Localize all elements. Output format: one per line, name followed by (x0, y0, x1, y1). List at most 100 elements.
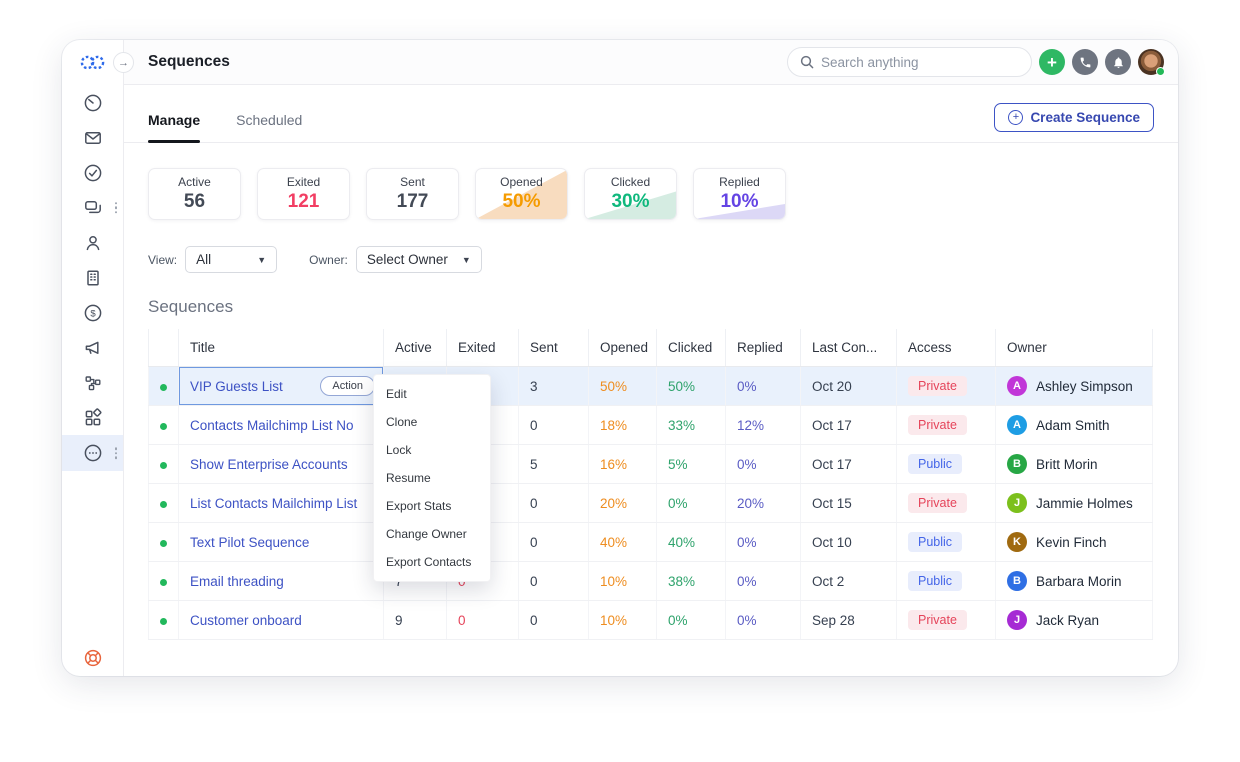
sidebar-item-chats[interactable] (62, 190, 123, 225)
clicked-cell: 5% (656, 444, 726, 484)
context-menu-item-resume[interactable]: Resume (374, 464, 490, 492)
column-header-title[interactable]: Title (178, 329, 384, 367)
stat-value: 50% (502, 191, 541, 212)
sequence-title-link[interactable]: VIP Guests List (190, 379, 283, 394)
lifebuoy-help-icon (84, 649, 101, 667)
stat-label: Clicked (610, 175, 651, 189)
dashboard-icon (84, 94, 101, 111)
view-filter-select[interactable]: All ▼ (185, 246, 278, 273)
column-header-access[interactable]: Access (896, 329, 996, 367)
notifications-button[interactable] (1105, 49, 1131, 75)
context-menu-item-clone[interactable]: Clone (374, 408, 490, 436)
create-sequence-button[interactable]: + Create Sequence (994, 103, 1154, 132)
sidebar-item-more[interactable] (62, 435, 123, 471)
sidebar-item-mail[interactable] (62, 120, 123, 155)
owner-avatar: A (1007, 376, 1027, 396)
table-row[interactable]: List Contacts Mailchimp List 0 20% 0% 20% Oct… (148, 483, 1153, 523)
active-status-dot (160, 461, 167, 469)
sequence-title-link[interactable]: Text Pilot Sequence (190, 535, 309, 550)
quick-add-button[interactable]: + (1039, 49, 1065, 75)
column-header-status (148, 329, 179, 367)
sidebar-item-tasks[interactable] (62, 155, 123, 190)
column-header-sent[interactable]: Sent (518, 329, 589, 367)
owner-filter-select[interactable]: Select Owner ▼ (355, 246, 482, 273)
sent-cell: 0 (518, 483, 589, 523)
access-cell: Public (896, 444, 996, 484)
stat-value: 30% (611, 191, 650, 212)
owner-name: Britt Morin (1036, 456, 1098, 472)
sequence-title-link[interactable]: Show Enterprise Accounts (190, 457, 348, 472)
replied-cell: 0% (725, 522, 801, 562)
mail-icon (84, 131, 101, 144)
last-contacted-cell: Oct 10 (800, 522, 897, 562)
section-title: Sequences (148, 297, 234, 316)
sequence-title-link[interactable]: List Contacts Mailchimp List (190, 496, 357, 511)
owner-filter-label: Owner: (309, 252, 348, 267)
column-header-last-con-[interactable]: Last Con... (800, 329, 897, 367)
sequences-table-wrap: Title Active Exited Sent Opened Clicked Replie… (148, 329, 1154, 640)
sidebar-collapse-button[interactable]: → (113, 52, 134, 73)
sidebar-item-contacts[interactable] (62, 225, 123, 260)
sidebar-item-companies[interactable] (62, 260, 123, 295)
table-row[interactable]: Text Pilot Sequence 0 40% 40% 0% Oct 10 Public… (148, 522, 1153, 562)
phone-button[interactable] (1072, 49, 1098, 75)
row-action-button[interactable]: Action (320, 376, 375, 396)
context-menu-item-change-owner[interactable]: Change Owner (374, 520, 490, 548)
table-row[interactable]: Customer onboard 9 0 0 10% 0% 0% Sep 28 Private J… (148, 600, 1153, 640)
global-search[interactable] (787, 47, 1032, 77)
context-menu-item-export-stats[interactable]: Export Stats (374, 492, 490, 520)
sidebar-item-workflows[interactable] (62, 365, 123, 400)
column-header-active[interactable]: Active (383, 329, 447, 367)
stat-card-clicked: Clicked 30% (584, 168, 677, 220)
sidebar-item-campaigns[interactable] (62, 330, 123, 365)
table-row[interactable]: Contacts Mailchimp List No 0 18% 33% 12% Oct … (148, 405, 1153, 445)
sent-cell: 0 (518, 561, 589, 601)
access-badge: Public (908, 532, 963, 552)
user-avatar[interactable] (1138, 49, 1165, 76)
status-cell (148, 444, 179, 484)
sidebar-item-dashboard[interactable] (62, 85, 123, 120)
context-menu-item-export-contacts[interactable]: Export Contacts (374, 548, 490, 576)
online-status-dot (1156, 67, 1165, 76)
search-icon (800, 55, 814, 69)
sidebar-item-apps[interactable] (62, 400, 123, 435)
stat-label: Sent (400, 175, 425, 189)
owner-cell: J Jack Ryan (995, 600, 1153, 640)
stat-card-exited: Exited 121 (257, 168, 350, 220)
column-header-exited[interactable]: Exited (446, 329, 519, 367)
column-header-clicked[interactable]: Clicked (656, 329, 726, 367)
plus-circle-icon: + (1008, 110, 1024, 125)
title-cell: Customer onboard (178, 600, 384, 640)
context-menu-item-lock[interactable]: Lock (374, 436, 490, 464)
clicked-cell: 50% (656, 366, 726, 406)
sequence-title-link[interactable]: Contacts Mailchimp List No (190, 418, 354, 433)
replied-cell: 0% (725, 600, 801, 640)
flow-nodes-icon (85, 375, 101, 390)
sidebar-item-deals[interactable]: $ (62, 295, 123, 330)
more-kebab-menu-icon[interactable] (114, 447, 117, 459)
sidebar-item-help[interactable] (62, 648, 123, 668)
column-header-replied[interactable]: Replied (725, 329, 801, 367)
chats-kebab-menu-icon[interactable] (114, 201, 117, 214)
chevron-down-icon: ▼ (257, 254, 267, 265)
sequence-title-link[interactable]: Customer onboard (190, 613, 302, 628)
column-header-owner[interactable]: Owner (995, 329, 1153, 367)
access-cell: Private (896, 366, 996, 406)
access-badge: Private (908, 610, 967, 630)
table-row[interactable]: VIP Guests List Action 3 50% 50% 0% Oct 20 Priv… (148, 366, 1153, 406)
owner-cell: A Adam Smith (995, 405, 1153, 445)
tab-manage[interactable]: Manage (148, 112, 201, 143)
table-row[interactable]: Show Enterprise Accounts 5 16% 5% 0% Oct 17 Pu… (148, 444, 1153, 484)
context-menu-item-edit[interactable]: Edit (374, 380, 490, 408)
column-header-opened[interactable]: Opened (588, 329, 657, 367)
status-cell (148, 483, 179, 523)
title-cell: Contacts Mailchimp List No (178, 405, 384, 445)
sequence-title-link[interactable]: Email threading (190, 574, 284, 589)
search-input[interactable] (821, 54, 1019, 70)
tab-scheduled[interactable]: Scheduled (236, 112, 302, 142)
owner-name: Jammie Holmes (1036, 495, 1133, 511)
person-icon (86, 235, 99, 250)
filters-row: View: All ▼ Owner: Select Owner ▼ (124, 220, 1178, 273)
owner-name: Adam Smith (1036, 417, 1110, 433)
table-row[interactable]: Email threading70010%38%0%Oct 2PublicBBa… (148, 561, 1153, 601)
